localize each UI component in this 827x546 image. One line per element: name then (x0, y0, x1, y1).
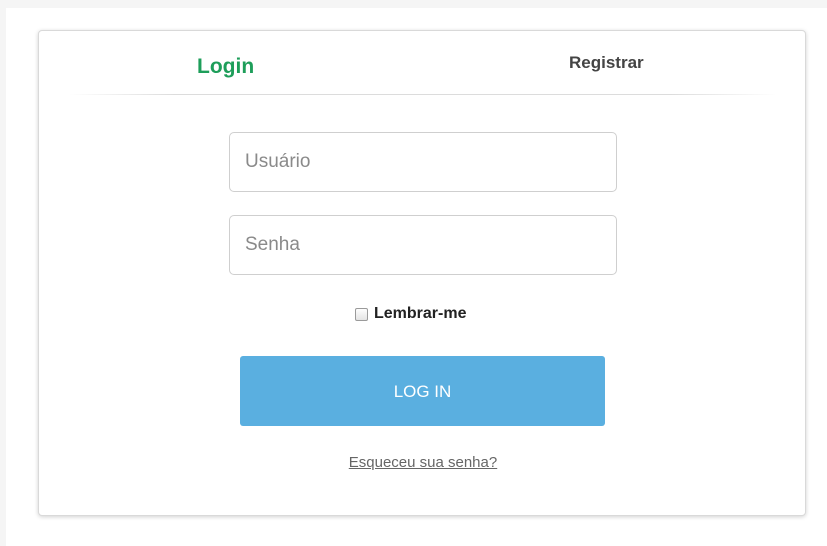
forgot-password-link[interactable]: Esqueceu sua senha? (349, 454, 497, 471)
remember-me-checkbox[interactable] (355, 307, 368, 321)
login-card: Login Registrar Lembrar-me LOG IN Esquec… (38, 30, 806, 516)
password-input[interactable] (229, 215, 617, 275)
tab-login[interactable]: Login (197, 55, 254, 83)
username-input[interactable] (229, 132, 617, 192)
tab-register[interactable]: Registrar (569, 53, 644, 81)
tab-divider (69, 94, 777, 95)
forgot-password: Esqueceu sua senha? (39, 454, 807, 471)
login-button[interactable]: LOG IN (240, 356, 605, 426)
remember-me-label[interactable]: Lembrar-me (374, 305, 466, 323)
remember-me[interactable]: Lembrar-me (355, 304, 466, 324)
